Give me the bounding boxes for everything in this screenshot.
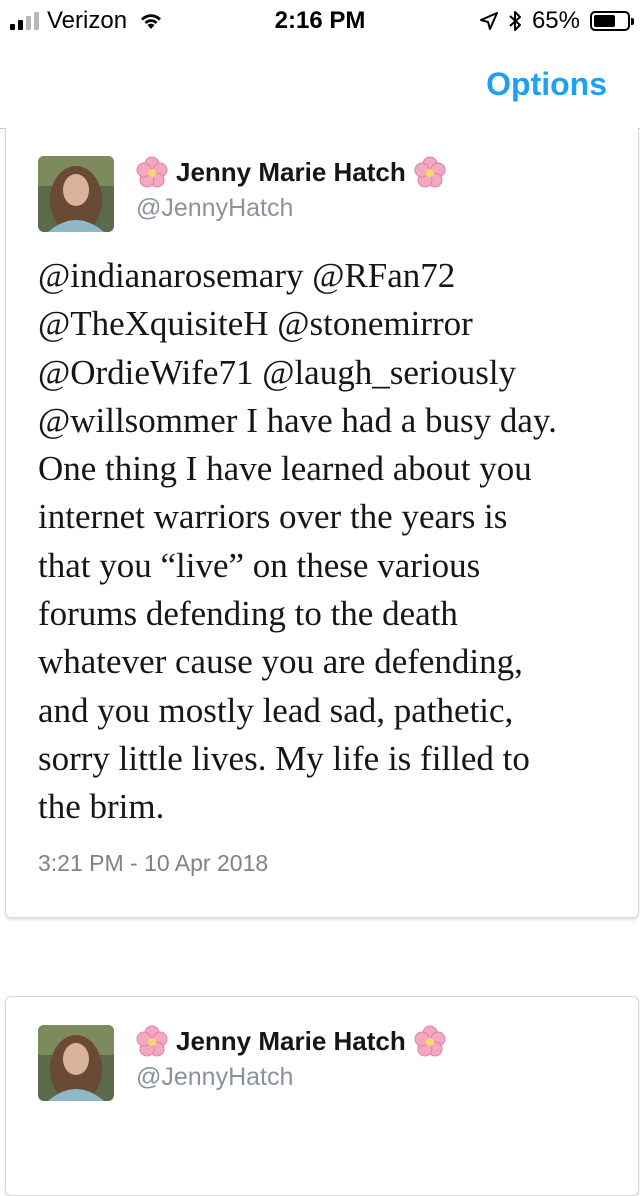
- display-name[interactable]: Jenny Marie Hatch: [136, 156, 446, 188]
- tweet-text-line: @OrdieWife71 @laugh_seriously: [38, 352, 517, 392]
- user-handle[interactable]: @JennyHatch: [136, 1063, 293, 1092]
- status-bar: Verizon 2:16 PM 65%: [0, 0, 640, 40]
- bluetooth-icon: [509, 11, 521, 31]
- status-right: 65%: [479, 7, 634, 35]
- tweet-text-line: sorry little lives. My life is filled to: [38, 738, 530, 778]
- cherry-blossom-icon: [414, 156, 446, 188]
- tweet-card[interactable]: Jenny Marie Hatch @JennyHatch @indianaro…: [5, 128, 639, 918]
- tweet-text-line: and you mostly lead sad, pathetic,: [38, 690, 514, 730]
- tweet-text-line: @willsommer I have had a busy day.: [38, 400, 557, 440]
- tweet-card[interactable]: Jenny Marie Hatch @JennyHatch: [5, 996, 639, 1196]
- cherry-blossom-icon: [136, 1025, 168, 1057]
- cherry-blossom-icon: [414, 1025, 446, 1057]
- tweet-timestamp[interactable]: 3:21 PM - 10 Apr 2018: [38, 850, 268, 877]
- tweet-text-line: internet warriors over the years is: [38, 497, 508, 537]
- cherry-blossom-icon: [136, 156, 168, 188]
- avatar[interactable]: [38, 1025, 114, 1101]
- nav-bar: Options: [0, 40, 640, 129]
- tweet-text-line: @indianarosemary @RFan72: [38, 256, 456, 295]
- location-arrow-icon: [479, 12, 498, 30]
- battery-fill: [594, 15, 615, 27]
- battery-icon: [590, 11, 634, 31]
- display-name-text: Jenny Marie Hatch: [176, 156, 406, 187]
- tweet-text: @indianarosemary @RFan72 @TheXquisiteH @…: [38, 252, 638, 832]
- user-handle[interactable]: @JennyHatch: [136, 194, 293, 223]
- tweet-text-line: whatever cause you are defending,: [38, 642, 523, 682]
- tweet-text-line: forums defending to the death: [38, 594, 458, 634]
- tweet-text-line: @TheXquisiteH @stonemirror: [38, 304, 473, 344]
- battery-percent: 65%: [531, 7, 580, 34]
- display-name-text: Jenny Marie Hatch: [176, 1025, 406, 1056]
- options-button[interactable]: Options: [486, 66, 607, 103]
- tweet-text-line: that you “live” on these various: [38, 545, 481, 585]
- display-name[interactable]: Jenny Marie Hatch: [136, 1025, 446, 1057]
- tweet-text-line: One thing I have learned about you: [38, 449, 532, 489]
- tweet-text-line: the brim.: [38, 787, 165, 827]
- avatar[interactable]: [38, 156, 114, 232]
